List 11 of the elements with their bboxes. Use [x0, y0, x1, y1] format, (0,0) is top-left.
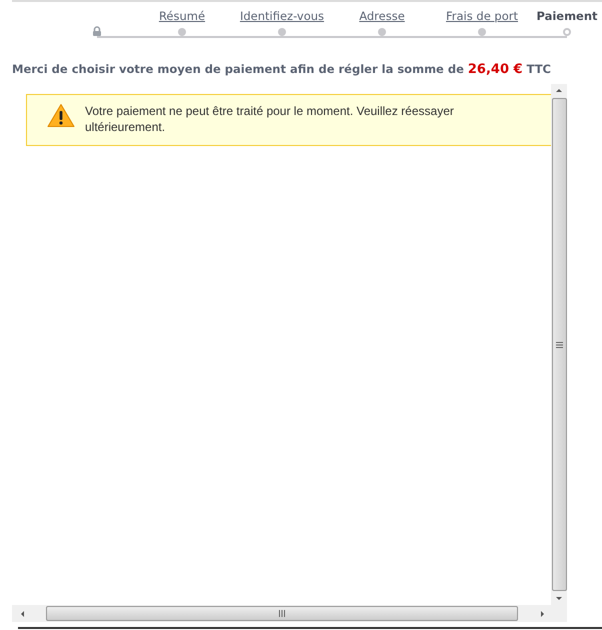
lock-icon — [92, 26, 102, 36]
scroll-thumb[interactable] — [46, 606, 518, 621]
step-link[interactable]: Identifiez-vous — [240, 8, 324, 24]
alert-message: Votre paiement ne peut être traité pour le moment. Veuillez réessayer ultérieurement. — [85, 103, 455, 135]
intro-text: Merci de choisir votre moyen de paiement afin de régler la somme de 26,40 € TTC — [12, 62, 552, 77]
current-step[interactable]: Paiement — [536, 8, 598, 24]
step-link[interactable]: Frais de port — [446, 8, 518, 24]
horizontal-scrollbar[interactable] — [12, 605, 551, 622]
step-link[interactable]: Résumé — [158, 8, 206, 24]
step-link[interactable]: Adresse — [359, 8, 405, 24]
warning-icon — [47, 103, 75, 128]
